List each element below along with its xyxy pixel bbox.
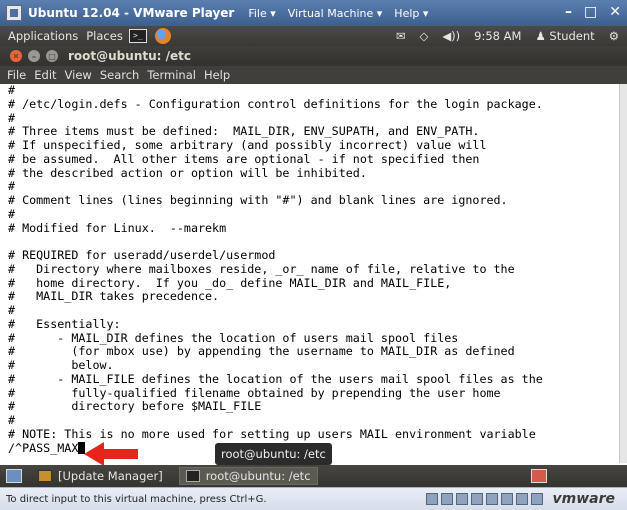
wifi-icon[interactable]: ◇: [419, 29, 428, 43]
terminal-line: #: [8, 413, 16, 427]
terminal-close-button[interactable]: ✕: [10, 50, 22, 62]
terminal-line: # fully-qualified filename obtained by p…: [8, 385, 501, 400]
minimize-button[interactable]: –: [565, 4, 572, 20]
taskbar-item-terminal[interactable]: root@ubuntu: /etc: [178, 467, 318, 485]
terminal-line: # Comment lines (lines beginning with "#…: [8, 193, 508, 207]
terminal-line: # the described action or option will be…: [8, 165, 367, 180]
red-arrow-icon: [84, 442, 138, 466]
terminal-menu-search[interactable]: Search: [100, 68, 140, 82]
terminal-line: # /etc/login.defs - Configuration contro…: [8, 96, 543, 111]
floppy-icon[interactable]: [456, 493, 468, 505]
terminal-line: #: [8, 84, 16, 97]
cd-drive-icon[interactable]: [441, 493, 453, 505]
places-menu[interactable]: Places: [86, 29, 123, 43]
vmware-logo: vmware: [552, 491, 616, 507]
ubuntu-top-panel: Applications Places >_ ✉ ◇ ◀)) 9:58 AM ♟…: [0, 26, 627, 46]
applications-menu[interactable]: Applications: [8, 29, 78, 43]
terminal-minimize-button[interactable]: –: [28, 50, 40, 62]
terminal-line: # (for mbox use) by appending the userna…: [8, 344, 515, 359]
user-name: Student: [549, 29, 595, 43]
terminal-line: # Essentially:: [8, 316, 121, 331]
vmware-menu-help[interactable]: Help ▾: [394, 7, 428, 20]
vmware-status-bar: To direct input to this virtual machine,…: [0, 487, 627, 510]
vmware-app-icon: [6, 5, 22, 21]
taskbar-item-label: [Update Manager]: [58, 469, 163, 483]
terminal-line: # below.: [8, 358, 114, 372]
update-manager-icon: [38, 470, 52, 482]
taskbar-item-update-manager[interactable]: [Update Manager]: [32, 467, 169, 485]
terminal-menu-terminal[interactable]: Terminal: [147, 68, 196, 82]
hard-disk-icon[interactable]: [426, 493, 438, 505]
user-icon: ♟: [535, 29, 546, 43]
vmware-title-bar: Ubuntu 12.04 - VMware Player File ▾ Virt…: [0, 0, 627, 26]
terminal-line: #: [8, 179, 16, 194]
terminal-line: # be assumed. All other items are option…: [8, 151, 480, 166]
terminal-line: # REQUIRED for useradd/userdel/usermod: [8, 248, 276, 262]
vmware-menu-virtual-machine[interactable]: Virtual Machine ▾: [288, 7, 383, 20]
terminal-line: # Three items must be defined: MAIL_DIR,…: [8, 124, 480, 139]
terminal-line: # Directory where mailboxes reside, _or_…: [8, 261, 515, 276]
terminal-line: # NOTE: This is no more used for setting…: [8, 426, 536, 441]
terminal-line: #: [8, 206, 16, 221]
terminal-line: # - MAIL_DIR defines the location of use…: [8, 330, 459, 345]
terminal-maximize-button[interactable]: □: [46, 50, 58, 62]
show-desktop-icon[interactable]: [6, 469, 22, 483]
terminal-launcher-icon[interactable]: >_: [128, 29, 147, 43]
terminal-window-title: root@ubuntu: /etc: [68, 49, 191, 63]
terminal-icon: [185, 470, 200, 482]
taskbar-tooltip: root@ubuntu: /etc: [215, 443, 332, 465]
terminal-line: # home directory. If you _do_ define MAI…: [8, 275, 452, 290]
close-button[interactable]: ✕: [609, 4, 621, 20]
vmware-menu-file[interactable]: File ▾: [248, 7, 275, 20]
display-icon[interactable]: [531, 493, 543, 505]
mail-icon[interactable]: ✉: [396, 29, 406, 43]
terminal-line: # directory before $MAIL_FILE: [8, 399, 262, 414]
terminal-menu-file[interactable]: File: [7, 68, 26, 82]
terminal-menu-edit[interactable]: Edit: [34, 68, 56, 82]
workspace-switcher-icon[interactable]: [531, 469, 547, 483]
terminal-line: # MAIL_DIR takes precedence.: [8, 289, 220, 304]
terminal-line: #: [8, 303, 16, 317]
terminal-line: #: [8, 110, 16, 125]
user-menu[interactable]: ♟ Student: [535, 29, 594, 43]
terminal-line: # If unspecified, some arbitrary (and po…: [8, 138, 487, 152]
terminal-content[interactable]: # # /etc/login.defs - Configuration contr…: [0, 84, 619, 463]
terminal-scrollbar[interactable]: [619, 84, 627, 463]
gear-icon[interactable]: ⚙: [609, 29, 619, 43]
firefox-launcher-icon[interactable]: [154, 28, 171, 44]
terminal-menu-help[interactable]: Help: [204, 68, 230, 82]
terminal-line: # Modified for Linux. --marekm: [8, 220, 227, 235]
printer-icon[interactable]: [516, 493, 528, 505]
terminal-menu-view[interactable]: View: [65, 68, 92, 82]
clock[interactable]: 9:58 AM: [474, 29, 521, 43]
taskbar-item-label: root@ubuntu: /etc: [205, 469, 311, 483]
terminal-menubar: File Edit View Search Terminal Help: [0, 66, 627, 84]
terminal-title-bar: ✕ – □ root@ubuntu: /etc: [0, 46, 627, 66]
search-prompt: /^PASS_MAX: [8, 440, 79, 455]
usb-icon[interactable]: [486, 493, 498, 505]
sound-card-icon[interactable]: [501, 493, 513, 505]
terminal-line: # - MAIL_FILE defines the location of th…: [8, 371, 543, 386]
volume-icon[interactable]: ◀)): [442, 29, 460, 43]
maximize-button[interactable]: □: [584, 4, 597, 20]
network-adapter-icon[interactable]: [471, 493, 483, 505]
vmware-window-title: Ubuntu 12.04 - VMware Player: [28, 6, 235, 20]
vmware-status-text: To direct input to this virtual machine,…: [6, 493, 267, 505]
ubuntu-taskbar: [Update Manager] root@ubuntu: /etc: [0, 465, 627, 487]
vmware-device-icons: [426, 493, 543, 505]
